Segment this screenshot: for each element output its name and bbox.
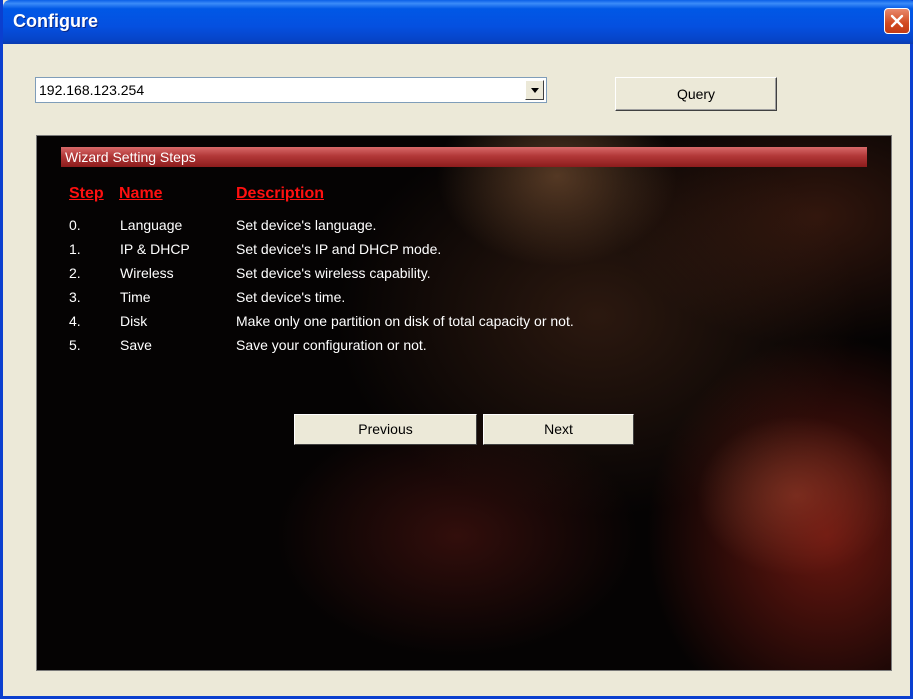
- step-number: 5.: [69, 337, 81, 353]
- close-icon: [890, 14, 904, 28]
- next-button[interactable]: Next: [483, 414, 634, 445]
- column-header-step: Step: [69, 185, 104, 202]
- address-dropdown[interactable]: 192.168.123.254: [35, 77, 547, 103]
- step-description: Save your configuration or not.: [236, 337, 427, 353]
- wizard-step-row: 3. Time Set device's time.: [37, 289, 891, 313]
- chevron-down-icon[interactable]: [525, 80, 544, 100]
- wizard-step-row: 4. Disk Make only one partition on disk …: [37, 313, 891, 337]
- step-number: 4.: [69, 313, 81, 329]
- wizard-step-row: 0. Language Set device's language.: [37, 217, 891, 241]
- wizard-header: Wizard Setting Steps: [61, 147, 867, 167]
- step-name: Language: [120, 217, 183, 233]
- title-bar[interactable]: Configure: [3, 0, 913, 44]
- step-description: Set device's wireless capability.: [236, 265, 431, 281]
- step-number: 1.: [69, 241, 81, 257]
- query-button[interactable]: Query: [615, 77, 777, 111]
- previous-button[interactable]: Previous: [294, 414, 477, 445]
- column-header-name: Name: [119, 185, 163, 202]
- wizard-step-row: 2. Wireless Set device's wireless capabi…: [37, 265, 891, 289]
- wizard-step-row: 5. Save Save your configuration or not.: [37, 337, 891, 361]
- step-name: Wireless: [120, 265, 174, 281]
- step-name: Save: [120, 337, 152, 353]
- window-title: Configure: [13, 11, 98, 31]
- step-name: Disk: [120, 313, 148, 329]
- step-description: Set device's time.: [236, 289, 346, 305]
- step-name: IP & DHCP: [120, 241, 190, 257]
- step-name: Time: [120, 289, 151, 305]
- configure-window: Configure 192.168.123.254 Query Wizard S…: [0, 0, 913, 699]
- step-number: 0.: [69, 217, 81, 233]
- step-number: 3.: [69, 289, 81, 305]
- step-number: 2.: [69, 265, 81, 281]
- step-description: Set device's language.: [236, 217, 377, 233]
- step-description: Make only one partition on disk of total…: [236, 313, 574, 329]
- wizard-step-row: 1. IP & DHCP Set device's IP and DHCP mo…: [37, 241, 891, 265]
- step-description: Set device's IP and DHCP mode.: [236, 241, 442, 257]
- column-header-description: Description: [236, 185, 325, 202]
- close-button[interactable]: [884, 8, 910, 34]
- wizard-panel: Wizard Setting Steps Step Name Descripti…: [36, 135, 892, 671]
- wizard-title: Wizard Setting Steps: [65, 149, 196, 165]
- address-value: 192.168.123.254: [39, 82, 145, 98]
